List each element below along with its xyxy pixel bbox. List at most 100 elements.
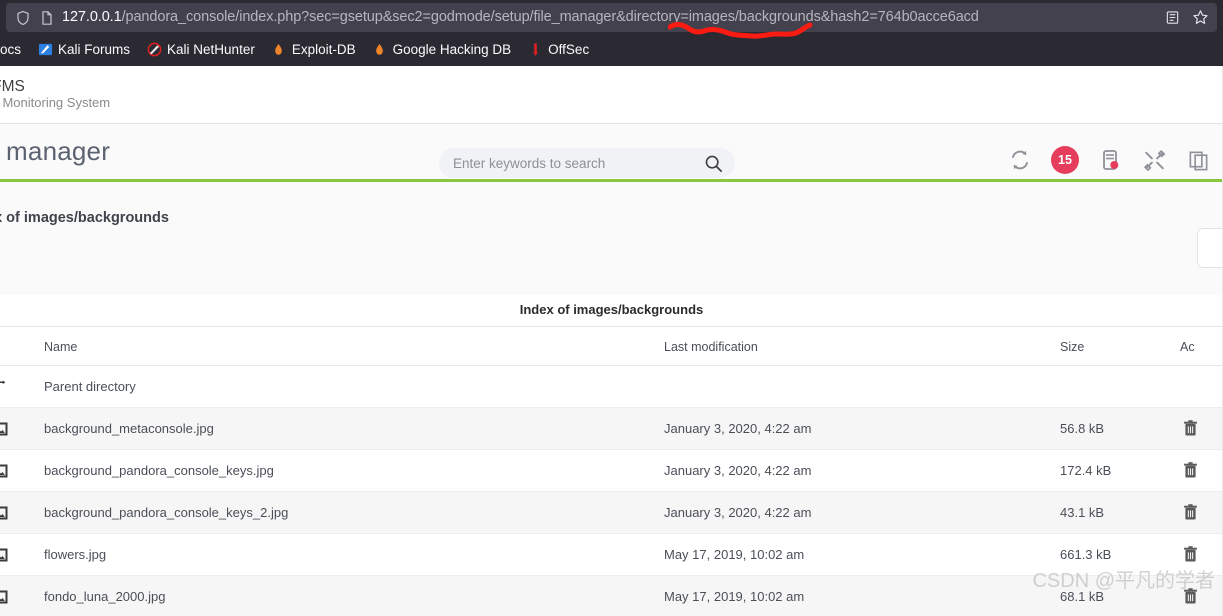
bookmark-offsec[interactable]: OffSec (519, 38, 597, 60)
page-content: lora FMS lexible Monitoring System 15 (0, 66, 1223, 616)
server-status-icon[interactable] (1097, 147, 1123, 173)
search-icon[interactable] (703, 153, 723, 173)
file-name-link[interactable]: flowers.jpg (44, 547, 106, 562)
row-name-cell[interactable]: background_pandora_console_keys_2.jpg (22, 491, 664, 534)
bookmark-label: Exploit-DB (291, 41, 356, 57)
table-row-parent-directory[interactable]: Parent directory (0, 365, 1223, 408)
row-icon-cell (0, 365, 22, 408)
parent-directory-link[interactable]: Parent directory (44, 379, 136, 394)
bookmark-label: ocs (0, 41, 22, 57)
bookmark-kali-nethunter[interactable]: Kali NetHunter (138, 38, 263, 60)
row-size-cell: 172.4 kB (1060, 449, 1180, 492)
bookmark-label: Kali Forums (58, 41, 131, 57)
row-size-cell: 68.1 kB (1060, 575, 1180, 616)
offsec-icon (527, 41, 543, 57)
row-actions-cell[interactable] (1180, 533, 1223, 576)
table-row[interactable]: background_pandora_console_keys_2.jpg Jan… (0, 491, 1223, 534)
image-file-icon (0, 548, 8, 561)
table-row[interactable]: background_metaconsole.jpg January 3, 202… (0, 407, 1223, 450)
table-row[interactable]: fondo_luna_2000.jpg May 17, 2019, 10:02 a… (0, 575, 1223, 616)
column-header-actions: Ac (1180, 330, 1223, 366)
bookmark-star-icon[interactable] (1191, 9, 1209, 27)
image-file-icon (0, 506, 8, 519)
row-actions-cell[interactable] (1180, 575, 1223, 616)
row-icon-cell (0, 491, 22, 534)
column-header-icon (0, 330, 22, 366)
row-icon-cell (0, 407, 22, 450)
row-date-cell: May 17, 2019, 10:02 am (664, 575, 1060, 616)
shield-icon[interactable] (14, 9, 32, 27)
row-actions-cell[interactable] (1180, 449, 1223, 492)
kali-forums-icon (37, 41, 53, 57)
index-heading: lex of images/backgrounds (0, 210, 169, 226)
url-toolbar: 127.0.0.1/pandora_console/index.php?sec=… (0, 0, 1223, 32)
column-header-last-modification[interactable]: Last modification (664, 330, 1060, 366)
file-name-link[interactable]: background_pandora_console_keys.jpg (44, 463, 274, 478)
row-name-cell[interactable]: background_metaconsole.jpg (22, 407, 664, 450)
file-manager-subsection: lex of images/backgrounds (0, 182, 1223, 295)
reader-view-icon[interactable] (1163, 9, 1181, 27)
row-name-cell[interactable]: flowers.jpg (22, 533, 664, 576)
row-icon-cell (0, 449, 22, 492)
file-table-caption: Index of images/backgrounds (0, 292, 1223, 327)
upload-file-button[interactable] (1197, 228, 1223, 268)
page-title: le manager (0, 136, 111, 166)
trash-icon (1184, 420, 1197, 436)
bookmarks-bar: ocs Kali Forums Kali NetHunter Exploit-D… (0, 32, 1223, 66)
app-header: lora FMS lexible Monitoring System (0, 66, 1223, 124)
search-box[interactable] (439, 148, 735, 178)
tools-icon[interactable] (1141, 147, 1167, 173)
row-icon-cell (0, 575, 22, 616)
alert-count-badge[interactable]: 15 (1051, 146, 1079, 174)
row-icon-cell (0, 533, 22, 576)
file-name-link[interactable]: background_metaconsole.jpg (44, 421, 214, 436)
google-hacking-db-icon (372, 41, 388, 57)
file-name-link[interactable]: fondo_luna_2000.jpg (44, 589, 165, 604)
row-actions-cell[interactable] (1180, 407, 1223, 450)
trash-icon (1184, 546, 1197, 562)
row-date-cell: January 3, 2020, 4:22 am (664, 407, 1060, 450)
kali-nethunter-icon (146, 41, 162, 57)
trash-icon (1184, 504, 1197, 520)
refresh-icon[interactable] (1007, 147, 1033, 173)
url-path: /pandora_console/index.php?sec=gsetup&se… (121, 9, 979, 25)
row-actions-cell[interactable] (1180, 491, 1223, 534)
row-size-cell: 56.8 kB (1060, 407, 1180, 450)
row-size-cell: 43.1 kB (1060, 491, 1180, 534)
table-header-row: Name Last modification Size Ac (0, 330, 1223, 366)
row-size-cell: 661.3 kB (1060, 533, 1180, 576)
table-row[interactable]: flowers.jpg May 17, 2019, 10:02 am 661.3 k… (0, 533, 1223, 576)
row-date-cell: May 17, 2019, 10:02 am (664, 533, 1060, 576)
table-row[interactable]: background_pandora_console_keys.jpg Janua… (0, 449, 1223, 492)
column-header-size[interactable]: Size (1060, 330, 1180, 366)
row-date-cell: January 3, 2020, 4:22 am (664, 491, 1060, 534)
image-file-icon (0, 422, 8, 435)
brand-subtitle: lexible Monitoring System (0, 95, 111, 110)
trash-icon (1184, 462, 1197, 478)
bookmark-google-hacking-db[interactable]: Google Hacking DB (364, 38, 520, 60)
browser-chrome: 127.0.0.1/pandora_console/index.php?sec=… (0, 0, 1223, 66)
url-host: 127.0.0.1 (62, 9, 122, 25)
file-table: Name Last modification Size Ac Parent di… (0, 330, 1223, 616)
trash-icon (1184, 588, 1197, 604)
image-file-icon (0, 590, 8, 603)
copy-pages-icon[interactable] (1185, 147, 1211, 173)
bookmark-label: Kali NetHunter (167, 41, 255, 57)
file-table-area: Index of images/backgrounds Name Last mo… (0, 295, 1223, 616)
row-name-cell[interactable]: background_pandora_console_keys.jpg (22, 449, 664, 492)
brand-title: lora FMS (0, 78, 25, 95)
bookmark-exploit-db[interactable]: Exploit-DB (263, 38, 364, 60)
exploit-db-icon (271, 41, 287, 57)
row-name-cell[interactable]: fondo_luna_2000.jpg (22, 575, 664, 616)
bookmark-kali-docs[interactable]: ocs (0, 39, 29, 60)
address-bar[interactable]: 127.0.0.1/pandora_console/index.php?sec=… (6, 3, 1217, 32)
bookmark-kali-forums[interactable]: Kali Forums (29, 38, 138, 60)
page-icon (38, 9, 56, 27)
search-input[interactable] (451, 154, 703, 172)
column-header-name[interactable]: Name (22, 330, 664, 366)
row-date-cell (664, 365, 1060, 408)
file-name-link[interactable]: background_pandora_console_keys_2.jpg (44, 505, 288, 520)
url-text[interactable]: 127.0.0.1/pandora_console/index.php?sec=… (62, 3, 1157, 32)
row-size-cell (1060, 365, 1180, 408)
row-name-cell[interactable]: Parent directory (22, 365, 664, 408)
